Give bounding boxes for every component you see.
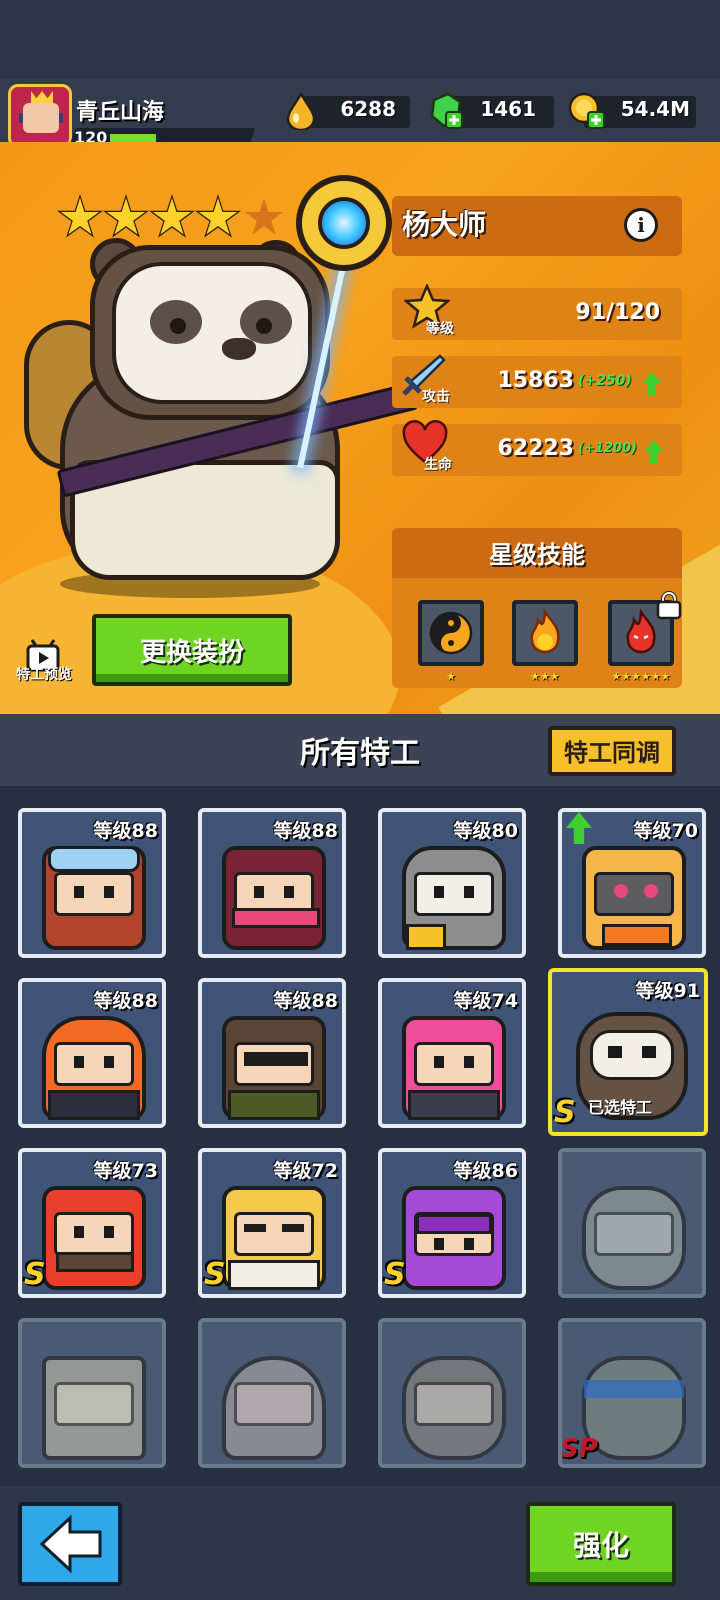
agent-level: 等级88 [93,820,158,842]
agent-card[interactable]: 等级74 [378,978,526,1128]
agent-level: 等级91 [635,980,700,1002]
agent-card-locked[interactable] [558,1148,706,1298]
star-icon [152,198,192,235]
agent-card[interactable]: 等级70 [558,808,706,958]
agent-level: 等级74 [453,990,518,1012]
agent-level: 等级70 [633,820,698,842]
crown-icon [31,91,53,103]
attack-label: 攻击 [422,389,450,405]
agent-card[interactable]: 等级88 [198,808,346,958]
rank-badge: S [384,1257,406,1292]
yin-yang-icon [429,611,473,655]
skill-3-stars: ★★★★★★ [611,670,671,683]
lock-icon [656,591,682,620]
change-outfit-label: 更换装扮 [139,638,244,668]
fire-icon [530,608,560,654]
agent-card[interactable]: 等级88 [18,808,166,958]
hero-nose [222,338,256,360]
status-bar-area [0,0,720,78]
star-icon [198,198,238,235]
agent-preview-label[interactable]: 特工预览 [6,664,82,684]
rank-badge: S [204,1257,226,1292]
player-avatar[interactable] [8,84,72,148]
agent-card[interactable]: 等级73 S [18,1148,166,1298]
level-value: 91/120 [575,300,660,325]
skill-slot-1[interactable] [418,600,484,666]
hp-label: 生命 [424,457,452,473]
skill-2-stars: ★★★ [530,670,560,683]
agent-level: 等级72 [273,1160,338,1182]
level-label: 等级 [426,321,454,337]
agent-card-selected[interactable]: 等级91 S 已选特工 [548,968,708,1136]
agent-level: 等级88 [273,990,338,1012]
hero-staff-orb [296,175,392,271]
selected-agent-label: 已选特工 [588,1098,653,1117]
star-skills-title: 星级技能 [489,541,585,569]
rank-badge: S [554,1095,576,1130]
agent-card-locked[interactable]: SP [558,1318,706,1468]
agent-level: 等级73 [93,1160,158,1182]
upgrade-arrow-icon [566,812,592,844]
attack-bonus: (+250) [578,373,632,389]
rank-badge: S [24,1257,46,1292]
strengthen-label: 强化 [572,1529,629,1562]
skill-1-stars: ★ [446,670,456,683]
attack-value: 15863 [497,368,574,393]
arrow-left-icon [39,1514,102,1574]
skill-slot-2[interactable] [512,600,578,666]
star-icon [106,198,146,235]
energy-drop-icon [286,92,316,130]
gem-plus-icon[interactable] [428,92,464,130]
agent-card[interactable]: 等级80 [378,808,526,958]
star-icon [60,198,100,235]
hp-bonus: (+1200) [578,441,637,456]
agent-level: 等级80 [453,820,518,842]
coin-plus-icon[interactable] [568,92,606,130]
agent-card[interactable]: 等级88 [198,978,346,1128]
rank-badge: SP [560,1434,598,1464]
hp-value: 62223 [497,436,574,461]
agent-card-locked[interactable] [198,1318,346,1468]
agent-sync-label: 特工同调 [564,739,660,767]
hero-name: 杨大师 [402,208,487,241]
agent-card[interactable]: 等级88 [18,978,166,1128]
agent-card[interactable]: 等级72 S [198,1148,346,1298]
empty-star-icon [244,198,284,235]
back-button[interactable] [18,1502,122,1586]
agent-level: 等级86 [453,1160,518,1182]
info-icon[interactable]: i [624,208,658,242]
agent-level: 等级88 [93,990,158,1012]
player-name: 青丘山海 [76,100,165,125]
agent-card[interactable]: 等级86 S [378,1148,526,1298]
agent-level: 等级88 [273,820,338,842]
agent-card-locked[interactable] [378,1318,526,1468]
agent-card-locked[interactable] [18,1318,166,1468]
hero-star-rating [56,194,306,244]
